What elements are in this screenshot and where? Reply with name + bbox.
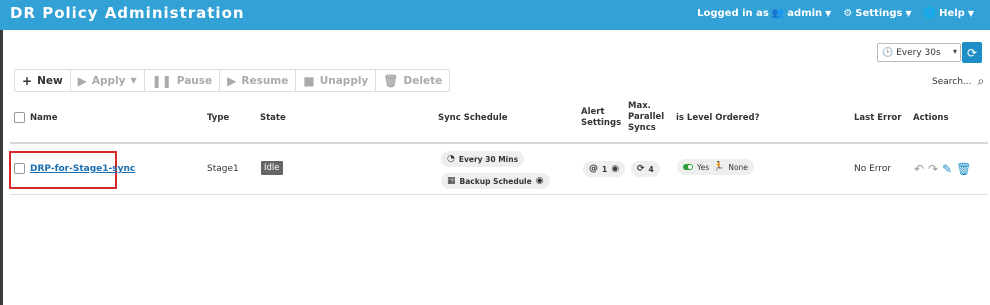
row-checkbox[interactable]: [14, 163, 25, 174]
redo-icon[interactable]: ↷: [928, 162, 938, 176]
max-parallel-pill: ⟳ 4: [631, 161, 660, 177]
header-alert-line1: Alert: [581, 107, 605, 117]
header-last-error[interactable]: Last Error: [854, 113, 901, 124]
username: admin: [787, 8, 823, 19]
user-menu[interactable]: Logged in as 👥 admin ▼: [697, 8, 831, 19]
header-max-line1: Max.: [628, 101, 651, 111]
top-nav: Logged in as 👥 admin ▼ ⚙ Settings ▼ 🌐 He…: [697, 8, 974, 19]
running-person-icon: 🏃: [713, 162, 725, 172]
header-type[interactable]: Type: [207, 113, 229, 124]
search-label: Search...: [932, 76, 972, 87]
resume-button[interactable]: ▶ Resume: [220, 70, 297, 91]
alert-settings-pill[interactable]: @ 1 ◉: [583, 161, 626, 177]
header-actions: Actions: [913, 113, 949, 123]
new-button[interactable]: + New: [15, 70, 71, 91]
search-box[interactable]: Search... ⌕: [932, 74, 984, 89]
edit-icon[interactable]: ✎: [942, 162, 952, 176]
sync-icon: ⟳: [637, 164, 645, 174]
plus-icon: +: [22, 73, 33, 88]
refresh-button[interactable]: ⟳: [962, 42, 982, 63]
state-badge: Idle: [261, 161, 283, 175]
trash-icon: 🗑: [383, 73, 399, 88]
user-icon: 👥: [771, 8, 785, 19]
backup-schedule-text: Backup Schedule: [459, 176, 532, 186]
app-title: DR Policy Administration: [10, 4, 245, 22]
help-menu[interactable]: 🌐 Help ▼: [924, 8, 974, 19]
chevron-down-icon: ▼: [825, 9, 832, 18]
level-ordered-yes: Yes: [697, 162, 710, 172]
globe-icon: 🌐: [923, 8, 937, 19]
at-icon: @: [589, 164, 598, 174]
select-all-checkbox[interactable]: [14, 112, 25, 123]
policy-type: Stage1: [207, 164, 239, 174]
header-alert-settings[interactable]: Alert Settings: [581, 107, 621, 129]
play-icon: ▶: [77, 73, 87, 88]
level-ordered-pill: Yes 🏃 None: [677, 159, 754, 175]
help-label: Help: [939, 8, 965, 19]
settings-label: Settings: [855, 8, 903, 19]
header-state[interactable]: State: [260, 113, 286, 124]
unapply-label: Unapply: [319, 74, 369, 87]
refresh-interval-select[interactable]: 🕒 Every 30s ▾: [877, 43, 961, 62]
eye-icon[interactable]: ◉: [611, 164, 619, 174]
new-label: New: [37, 74, 63, 87]
pause-icon: ❚❚: [151, 73, 172, 88]
trash-icon[interactable]: 🗑: [956, 162, 971, 176]
header-sync-schedule[interactable]: Sync Schedule: [438, 113, 508, 124]
row-divider: [10, 194, 988, 195]
settings-menu[interactable]: ⚙ Settings ▼: [843, 8, 911, 19]
sync-schedule-text: Every 30 Mins: [458, 154, 519, 164]
max-parallel-value: 4: [648, 164, 654, 174]
row-actions: ↶ ↷ ✎ 🗑: [914, 162, 971, 176]
header-alert-line2: Settings: [581, 118, 622, 128]
search-icon[interactable]: ⌕: [978, 74, 985, 89]
refresh-interval-value: Every 30s: [896, 47, 941, 58]
clock-icon: 🕒: [882, 47, 897, 58]
eye-icon[interactable]: ◉: [536, 176, 544, 186]
chevron-down-icon: ▾: [952, 47, 957, 56]
apply-label: Apply: [91, 74, 126, 87]
calendar-icon: ▦: [447, 176, 456, 186]
toggle-on-icon: [683, 164, 693, 170]
chevron-down-icon: ▼: [130, 76, 137, 85]
delete-button[interactable]: 🗑 Delete: [376, 70, 449, 91]
header-max-line3: Syncs: [628, 123, 656, 133]
unapply-button[interactable]: ■ Unapply: [296, 70, 377, 91]
resume-label: Resume: [241, 74, 289, 87]
header-max-line2: Parallel: [628, 112, 665, 122]
header-max-parallel-syncs[interactable]: Max. Parallel Syncs: [628, 101, 664, 134]
refresh-icon: ⟳: [966, 45, 978, 60]
policy-name-link[interactable]: DRP-for-Stage1-sync: [30, 164, 135, 174]
sync-schedule-pill[interactable]: ◔ Every 30 Mins: [441, 151, 525, 167]
pause-button[interactable]: ❚❚ Pause: [145, 70, 221, 91]
undo-icon[interactable]: ↶: [914, 162, 924, 176]
gear-icon: ⚙: [843, 8, 853, 19]
header-name[interactable]: Name: [30, 113, 57, 124]
left-edge: [0, 30, 3, 305]
chevron-down-icon: ▼: [967, 9, 974, 18]
pause-label: Pause: [176, 74, 213, 87]
header-divider: [10, 142, 988, 144]
alert-count: 1: [602, 164, 608, 174]
toolbar: + New ▶ Apply ▼ ❚❚ Pause ▶ Resume ■ Unap…: [14, 69, 451, 92]
apply-button[interactable]: ▶ Apply ▼: [71, 70, 145, 91]
top-bar: DR Policy Administration Logged in as 👥 …: [0, 0, 990, 30]
logged-in-label: Logged in as: [697, 8, 769, 19]
last-error: No Error: [854, 164, 892, 174]
backup-schedule-pill[interactable]: ▦ Backup Schedule ◉: [441, 173, 550, 189]
header-level-ordered[interactable]: is Level Ordered?: [676, 113, 760, 124]
level-ordered-none: None: [728, 162, 748, 172]
delete-label: Delete: [403, 74, 443, 87]
stop-icon: ■: [303, 73, 315, 88]
chevron-down-icon: ▼: [905, 9, 912, 18]
schedule-icon: ◔: [447, 154, 455, 164]
resume-icon: ▶: [227, 73, 237, 88]
